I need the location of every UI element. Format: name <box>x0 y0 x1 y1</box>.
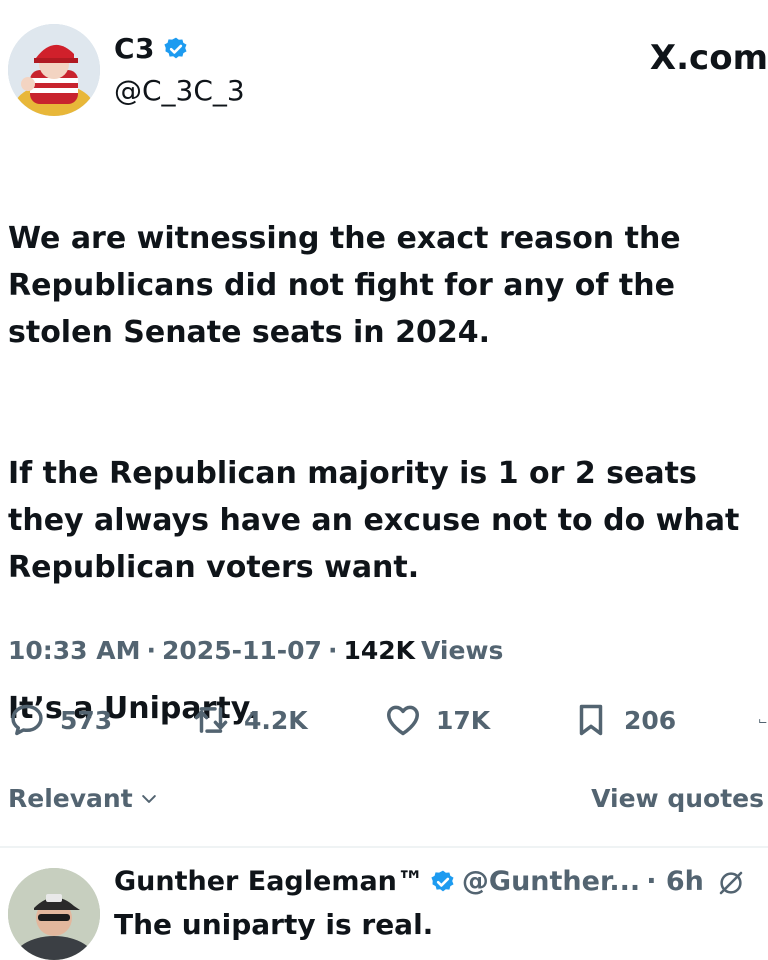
tweet-paragraph: We are witnessing the exact reason the R… <box>8 221 681 350</box>
reply-icon <box>11 704 43 736</box>
meta-separator: · <box>327 636 338 665</box>
share-icon <box>759 719 767 723</box>
verified-badge-icon <box>164 37 187 58</box>
share-button[interactable] <box>758 698 768 742</box>
reply-author-handle[interactable]: @Gunther... <box>462 866 640 897</box>
reply-avatar[interactable] <box>8 868 100 960</box>
view-quotes-link[interactable]: View quotes <box>591 784 764 813</box>
x-logo-watermark: X.com <box>649 38 768 78</box>
like-button[interactable]: 17K <box>384 698 490 742</box>
bookmark-button[interactable]: 206 <box>572 698 676 742</box>
divider <box>0 846 768 848</box>
views-count: 142K <box>343 636 415 665</box>
reply-text: The uniparty is real. <box>114 908 434 941</box>
repost-button[interactable]: 4.2K <box>192 698 308 742</box>
author-avatar[interactable] <box>8 24 100 116</box>
reply-header: Gunther Eagleman™ @Gunther... · 6h <box>114 866 704 897</box>
meta-separator: · <box>146 636 157 665</box>
repost-icon <box>194 707 228 733</box>
author-name-text[interactable]: C3 <box>114 32 155 65</box>
sort-selected-label: Relevant <box>8 784 133 813</box>
reply-age: · 6h <box>646 866 704 897</box>
tweet-date[interactable]: 2025-11-07 <box>162 636 322 665</box>
sort-dropdown[interactable]: Relevant <box>8 784 159 813</box>
grok-icon[interactable] <box>716 868 746 898</box>
reply-count: 573 <box>60 705 113 735</box>
tweet-time[interactable]: 10:33 AM <box>8 636 141 665</box>
chevron-down-icon <box>141 794 156 803</box>
bookmark-icon <box>579 704 603 736</box>
author-name[interactable]: C3 <box>114 32 189 65</box>
repost-count: 4.2K <box>244 705 308 735</box>
heart-icon <box>387 705 419 736</box>
reply-author-name[interactable]: Gunther Eagleman™ <box>114 866 424 897</box>
tweet-paragraph: If the Republican majority is 1 or 2 sea… <box>8 456 740 585</box>
action-bar: 573 4.2K 17K 206 <box>0 698 768 742</box>
tweet-meta: 10:33 AM · 2025-11-07 · 142K Views <box>8 636 503 665</box>
verified-badge-icon <box>431 870 454 891</box>
views-label: Views <box>421 636 504 665</box>
author-handle[interactable]: @C_3C_3 <box>114 74 245 107</box>
bookmark-count: 206 <box>624 705 677 735</box>
replies-sort-row: Relevant View quotes <box>8 784 764 813</box>
reply-button[interactable]: 573 <box>8 698 112 742</box>
like-count: 17K <box>436 705 491 735</box>
tweet-screenshot: C3 @C_3C_3 X.com We are witnessing the e… <box>0 0 768 960</box>
